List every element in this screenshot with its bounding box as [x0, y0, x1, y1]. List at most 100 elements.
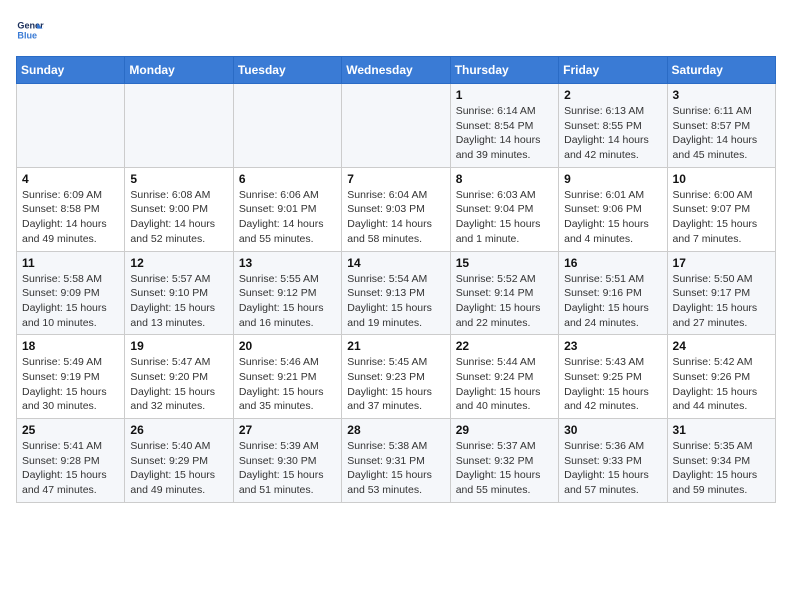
calendar-cell: 8 Sunrise: 6:03 AM Sunset: 9:04 PM Daylig…: [450, 167, 558, 251]
calendar-cell: [17, 84, 125, 168]
calendar-week-5: 25 Sunrise: 5:41 AM Sunset: 9:28 PM Dayli…: [17, 419, 776, 503]
day-info: Sunrise: 6:04 AM Sunset: 9:03 PM Dayligh…: [347, 188, 444, 247]
calendar-table: SundayMondayTuesdayWednesdayThursdayFrid…: [16, 56, 776, 503]
column-header-wednesday: Wednesday: [342, 57, 450, 84]
calendar-cell: 6 Sunrise: 6:06 AM Sunset: 9:01 PM Daylig…: [233, 167, 341, 251]
calendar-cell: 4 Sunrise: 6:09 AM Sunset: 8:58 PM Daylig…: [17, 167, 125, 251]
day-number: 25: [22, 423, 119, 437]
day-info: Sunrise: 5:41 AM Sunset: 9:28 PM Dayligh…: [22, 439, 119, 498]
svg-text:Blue: Blue: [17, 30, 37, 40]
day-info: Sunrise: 6:11 AM Sunset: 8:57 PM Dayligh…: [673, 104, 770, 163]
calendar-cell: 19 Sunrise: 5:47 AM Sunset: 9:20 PM Dayli…: [125, 335, 233, 419]
day-info: Sunrise: 5:37 AM Sunset: 9:32 PM Dayligh…: [456, 439, 553, 498]
column-header-thursday: Thursday: [450, 57, 558, 84]
calendar-cell: 22 Sunrise: 5:44 AM Sunset: 9:24 PM Dayli…: [450, 335, 558, 419]
day-number: 21: [347, 339, 444, 353]
day-number: 18: [22, 339, 119, 353]
day-number: 30: [564, 423, 661, 437]
column-header-friday: Friday: [559, 57, 667, 84]
day-info: Sunrise: 5:52 AM Sunset: 9:14 PM Dayligh…: [456, 272, 553, 331]
day-info: Sunrise: 5:54 AM Sunset: 9:13 PM Dayligh…: [347, 272, 444, 331]
day-number: 14: [347, 256, 444, 270]
day-number: 9: [564, 172, 661, 186]
calendar-cell: 17 Sunrise: 5:50 AM Sunset: 9:17 PM Dayli…: [667, 251, 775, 335]
day-info: Sunrise: 6:13 AM Sunset: 8:55 PM Dayligh…: [564, 104, 661, 163]
day-number: 28: [347, 423, 444, 437]
day-info: Sunrise: 5:40 AM Sunset: 9:29 PM Dayligh…: [130, 439, 227, 498]
day-info: Sunrise: 6:00 AM Sunset: 9:07 PM Dayligh…: [673, 188, 770, 247]
day-number: 11: [22, 256, 119, 270]
day-number: 10: [673, 172, 770, 186]
day-number: 1: [456, 88, 553, 102]
calendar-cell: 25 Sunrise: 5:41 AM Sunset: 9:28 PM Dayli…: [17, 419, 125, 503]
calendar-cell: 30 Sunrise: 5:36 AM Sunset: 9:33 PM Dayli…: [559, 419, 667, 503]
day-info: Sunrise: 6:14 AM Sunset: 8:54 PM Dayligh…: [456, 104, 553, 163]
calendar-cell: 29 Sunrise: 5:37 AM Sunset: 9:32 PM Dayli…: [450, 419, 558, 503]
column-header-sunday: Sunday: [17, 57, 125, 84]
calendar-cell: 2 Sunrise: 6:13 AM Sunset: 8:55 PM Daylig…: [559, 84, 667, 168]
calendar-cell: 21 Sunrise: 5:45 AM Sunset: 9:23 PM Dayli…: [342, 335, 450, 419]
day-number: 31: [673, 423, 770, 437]
day-number: 4: [22, 172, 119, 186]
calendar-cell: 5 Sunrise: 6:08 AM Sunset: 9:00 PM Daylig…: [125, 167, 233, 251]
day-info: Sunrise: 5:43 AM Sunset: 9:25 PM Dayligh…: [564, 355, 661, 414]
day-info: Sunrise: 5:55 AM Sunset: 9:12 PM Dayligh…: [239, 272, 336, 331]
column-header-tuesday: Tuesday: [233, 57, 341, 84]
day-info: Sunrise: 5:51 AM Sunset: 9:16 PM Dayligh…: [564, 272, 661, 331]
day-info: Sunrise: 5:47 AM Sunset: 9:20 PM Dayligh…: [130, 355, 227, 414]
calendar-cell: 18Sunrise: 5:49 AM Sunset: 9:19 PM Dayli…: [17, 335, 125, 419]
day-number: 7: [347, 172, 444, 186]
day-info: Sunrise: 6:06 AM Sunset: 9:01 PM Dayligh…: [239, 188, 336, 247]
day-number: 17: [673, 256, 770, 270]
column-header-saturday: Saturday: [667, 57, 775, 84]
calendar-cell: 23 Sunrise: 5:43 AM Sunset: 9:25 PM Dayli…: [559, 335, 667, 419]
calendar-cell: 7 Sunrise: 6:04 AM Sunset: 9:03 PM Daylig…: [342, 167, 450, 251]
logo-icon: General Blue: [16, 16, 44, 44]
day-number: 26: [130, 423, 227, 437]
svg-text:General: General: [17, 21, 44, 31]
day-number: 6: [239, 172, 336, 186]
calendar-cell: 15 Sunrise: 5:52 AM Sunset: 9:14 PM Dayli…: [450, 251, 558, 335]
day-info: Sunrise: 6:09 AM Sunset: 8:58 PM Dayligh…: [22, 188, 119, 247]
calendar-week-3: 11 Sunrise: 5:58 AM Sunset: 9:09 PM Dayli…: [17, 251, 776, 335]
day-info: Sunrise: 5:36 AM Sunset: 9:33 PM Dayligh…: [564, 439, 661, 498]
calendar-cell: 14 Sunrise: 5:54 AM Sunset: 9:13 PM Dayli…: [342, 251, 450, 335]
day-number: 12: [130, 256, 227, 270]
day-number: 29: [456, 423, 553, 437]
day-number: 23: [564, 339, 661, 353]
calendar-cell: 1 Sunrise: 6:14 AM Sunset: 8:54 PM Daylig…: [450, 84, 558, 168]
calendar-week-4: 18Sunrise: 5:49 AM Sunset: 9:19 PM Dayli…: [17, 335, 776, 419]
day-number: 13: [239, 256, 336, 270]
day-info: Sunrise: 5:38 AM Sunset: 9:31 PM Dayligh…: [347, 439, 444, 498]
calendar-cell: 13 Sunrise: 5:55 AM Sunset: 9:12 PM Dayli…: [233, 251, 341, 335]
calendar-cell: 20Sunrise: 5:46 AM Sunset: 9:21 PM Dayli…: [233, 335, 341, 419]
logo: General Blue: [16, 16, 44, 44]
day-number: 8: [456, 172, 553, 186]
day-info: Sunrise: 5:39 AM Sunset: 9:30 PM Dayligh…: [239, 439, 336, 498]
calendar-cell: 26 Sunrise: 5:40 AM Sunset: 9:29 PM Dayli…: [125, 419, 233, 503]
day-info: Sunrise: 5:44 AM Sunset: 9:24 PM Dayligh…: [456, 355, 553, 414]
day-info: Sunrise: 5:45 AM Sunset: 9:23 PM Dayligh…: [347, 355, 444, 414]
day-info: Sunrise: 6:03 AM Sunset: 9:04 PM Dayligh…: [456, 188, 553, 247]
calendar-cell: 31 Sunrise: 5:35 AM Sunset: 9:34 PM Dayli…: [667, 419, 775, 503]
calendar-week-2: 4 Sunrise: 6:09 AM Sunset: 8:58 PM Daylig…: [17, 167, 776, 251]
day-info: Sunrise: 5:50 AM Sunset: 9:17 PM Dayligh…: [673, 272, 770, 331]
day-number: 2: [564, 88, 661, 102]
day-number: 22: [456, 339, 553, 353]
page-header: General Blue: [16, 16, 776, 44]
day-number: 20: [239, 339, 336, 353]
calendar-cell: 12Sunrise: 5:57 AM Sunset: 9:10 PM Dayli…: [125, 251, 233, 335]
day-number: 15: [456, 256, 553, 270]
calendar-cell: 27Sunrise: 5:39 AM Sunset: 9:30 PM Dayli…: [233, 419, 341, 503]
day-number: 24: [673, 339, 770, 353]
day-number: 16: [564, 256, 661, 270]
day-info: Sunrise: 5:58 AM Sunset: 9:09 PM Dayligh…: [22, 272, 119, 331]
calendar-cell: 3Sunrise: 6:11 AM Sunset: 8:57 PM Daylig…: [667, 84, 775, 168]
day-info: Sunrise: 6:01 AM Sunset: 9:06 PM Dayligh…: [564, 188, 661, 247]
day-info: Sunrise: 5:35 AM Sunset: 9:34 PM Dayligh…: [673, 439, 770, 498]
calendar-cell: [342, 84, 450, 168]
day-number: 5: [130, 172, 227, 186]
day-info: Sunrise: 6:08 AM Sunset: 9:00 PM Dayligh…: [130, 188, 227, 247]
day-number: 19: [130, 339, 227, 353]
calendar-cell: 24Sunrise: 5:42 AM Sunset: 9:26 PM Dayli…: [667, 335, 775, 419]
